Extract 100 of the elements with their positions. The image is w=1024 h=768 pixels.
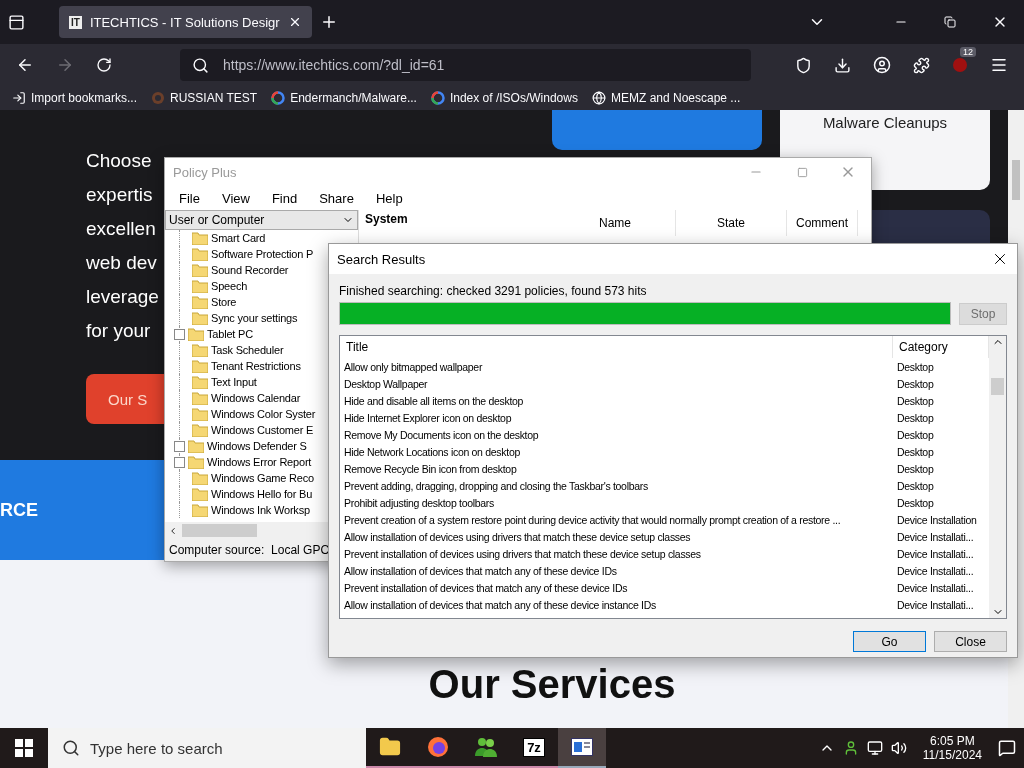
column-header[interactable]: Name <box>555 210 676 236</box>
volume-icon[interactable] <box>890 740 907 756</box>
tree-item[interactable]: Windows Color Syster <box>211 408 316 420</box>
column-header[interactable]: Title <box>340 336 893 358</box>
policy-window-icon <box>571 738 593 756</box>
title-cell[interactable]: Remove My Documents icon on the desktop <box>340 428 893 441</box>
title-cell[interactable]: Hide Internet Explorer icon on desktop <box>340 411 893 424</box>
archive-app-icon: 7z <box>523 737 545 757</box>
title-cell[interactable]: Allow installation of devices using drivers that match these device setup classes <box>340 530 893 543</box>
vertical-scrollbar[interactable] <box>989 336 1006 618</box>
folder-icon <box>192 391 208 405</box>
tree-item[interactable]: Tenant Restrictions <box>211 360 301 372</box>
menu-item[interactable]: Find <box>271 190 298 206</box>
category-cell[interactable]: Desktop <box>893 411 989 424</box>
category-cell[interactable]: Device Installati... <box>893 598 989 611</box>
tree-item[interactable]: Sound Recorder <box>211 264 289 276</box>
dialog-button[interactable]: Go <box>853 631 926 652</box>
category-cell[interactable]: Desktop <box>893 394 989 407</box>
menu-icon[interactable] <box>990 56 1008 74</box>
title-cell[interactable]: Prevent installation of devices using drivers that match these device setup classes <box>340 547 893 560</box>
title-cell[interactable]: Hide and disable all items on the desktop <box>340 394 893 407</box>
category-cell[interactable]: Desktop <box>893 479 989 492</box>
tree-item[interactable]: Smart Card <box>211 232 266 244</box>
scope-dropdown[interactable]: User or Computer <box>165 210 358 230</box>
scroll-left-icon[interactable] <box>168 525 178 536</box>
reload-icon[interactable] <box>96 57 112 73</box>
title-cell[interactable]: Hide Network Locations icon on desktop <box>340 445 893 458</box>
title-cell[interactable]: Allow installation of devices that match any of these device IDs <box>340 564 893 577</box>
tree-item[interactable]: Windows Ink Worksp <box>211 504 310 516</box>
taskbar-search-field[interactable]: Type here to search <box>48 728 366 768</box>
forward-icon[interactable] <box>56 56 74 74</box>
tree-item[interactable]: Windows Hello for Bu <box>211 488 313 500</box>
folder-icon <box>188 455 204 469</box>
expand-icon[interactable] <box>174 456 185 468</box>
title-cell[interactable]: Prohibit adjusting desktop toolbars <box>340 496 893 509</box>
back-icon[interactable] <box>16 56 34 74</box>
shield-icon[interactable] <box>795 56 812 74</box>
bookmark-link[interactable]: Endermanch/Malware... <box>271 91 417 105</box>
tree-item[interactable]: Sync your settings <box>211 312 298 324</box>
menu-item[interactable]: View <box>221 190 250 206</box>
category-cell[interactable]: Device Installati... <box>893 530 989 543</box>
network-icon[interactable] <box>866 740 883 756</box>
scroll-thumb[interactable] <box>1012 160 1020 200</box>
browser-tab[interactable]: IT ITECHTICS - IT Solutions Desigr <box>59 6 312 38</box>
category-cell[interactable]: Desktop <box>893 428 989 441</box>
title-cell[interactable]: Allow only bitmapped wallpaper <box>340 360 893 373</box>
tree-item[interactable]: Store <box>211 296 237 308</box>
tree-item[interactable]: Windows Calendar <box>211 392 301 404</box>
extensions-icon[interactable] <box>913 56 930 74</box>
bookmark-link[interactable]: RUSSIAN TEST <box>151 91 258 105</box>
bookmark-link[interactable]: MEMZ and Noescape ... <box>591 91 741 105</box>
import-icon <box>12 91 26 105</box>
card-title: Malware Cleanups <box>822 114 948 131</box>
category-cell[interactable]: Device Installation <box>893 513 989 526</box>
folder-icon <box>379 736 401 758</box>
title-cell[interactable]: Prevent adding, dragging, dropping and closing the Taskbar's toolbars <box>340 479 893 492</box>
menu-item[interactable]: Share <box>319 190 354 206</box>
category-cell[interactable]: Desktop <box>893 377 989 390</box>
restore-icon[interactable] <box>944 16 956 28</box>
tab-list-icon[interactable] <box>8 13 25 31</box>
address-bar[interactable]: https://www.itechtics.com/?dl_id=61 <box>180 49 751 81</box>
tree-item[interactable]: Task Scheduler <box>211 344 284 356</box>
column-header[interactable]: Comment <box>787 210 858 236</box>
scroll-thumb[interactable] <box>991 378 1004 395</box>
tree-item[interactable]: Speech <box>211 280 248 292</box>
bookmark-link[interactable]: Import bookmarks... <box>12 91 138 105</box>
category-cell[interactable]: Desktop <box>893 496 989 509</box>
category-cell[interactable]: Desktop <box>893 360 989 373</box>
menu-item[interactable]: Help <box>375 190 403 206</box>
title-cell[interactable]: Prevent creation of a system restore point during device activity that would normally prompt creation of a restore ... <box>340 513 893 526</box>
expand-icon[interactable] <box>174 440 185 452</box>
tree-item[interactable]: Windows Defender S <box>207 440 307 452</box>
column-header[interactable]: State <box>676 210 787 236</box>
notifications-icon[interactable] <box>998 739 1016 757</box>
title-cell[interactable]: Allow installation of devices that match any of these device instance IDs <box>340 598 893 611</box>
category-cell[interactable]: Device Installati... <box>893 564 989 577</box>
dialog-button[interactable]: Close <box>934 631 1007 652</box>
avatar-icon <box>151 91 166 105</box>
tree-item[interactable]: Tablet PC <box>207 328 253 340</box>
tree-item[interactable]: Text Input <box>211 376 257 388</box>
title-cell[interactable]: Remove Recycle Bin icon from desktop <box>340 462 893 475</box>
tree-item[interactable]: Software Protection P <box>211 248 314 260</box>
account-icon[interactable] <box>873 56 891 74</box>
category-cell[interactable]: Device Installati... <box>893 581 989 594</box>
expand-icon[interactable] <box>174 328 185 340</box>
tree-item[interactable]: Windows Customer E <box>211 424 314 436</box>
clock[interactable]: 6:05 PM 11/15/2024 <box>922 734 982 762</box>
taskbar-app[interactable] <box>558 728 606 768</box>
tree-item[interactable]: Windows Game Reco <box>211 472 314 484</box>
category-cell[interactable]: Desktop <box>893 445 989 458</box>
scroll-thumb[interactable] <box>182 524 257 537</box>
title-cell[interactable]: Desktop Wallpaper <box>340 377 893 390</box>
folder-icon <box>192 279 208 293</box>
menu-item[interactable]: File <box>179 190 200 206</box>
bookmark-link[interactable]: Index of /ISOs/Windows <box>430 91 578 105</box>
category-cell[interactable]: Desktop <box>893 462 989 475</box>
tree-item[interactable]: Windows Error Report <box>207 456 312 468</box>
title-cell[interactable]: Prevent installation of devices that match any of these device IDs <box>340 581 893 594</box>
download-icon[interactable] <box>834 56 851 74</box>
category-cell[interactable]: Device Installati... <box>893 547 989 560</box>
